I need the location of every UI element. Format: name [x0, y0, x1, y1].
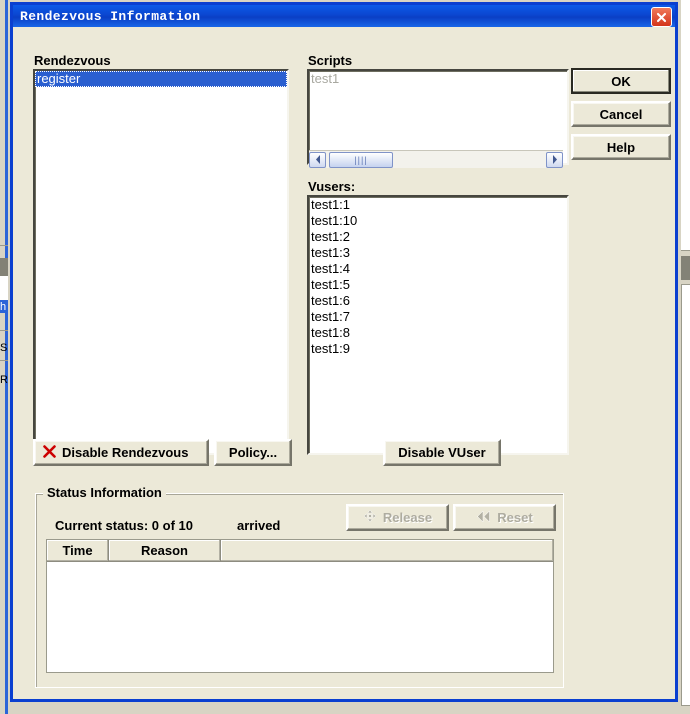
- status-information-legend: Status Information: [43, 485, 166, 500]
- bg-fragment-title: [0, 258, 8, 276]
- scroll-left-arrow-icon[interactable]: [309, 151, 326, 168]
- list-item[interactable]: test1:5: [309, 277, 567, 293]
- scripts-horizontal-scrollbar[interactable]: ||||: [309, 150, 563, 168]
- column-header-reason[interactable]: Reason: [109, 540, 221, 561]
- bg-divider-3: [0, 360, 8, 361]
- list-item[interactable]: test1:4: [309, 261, 567, 277]
- list-item[interactable]: test1:6: [309, 293, 567, 309]
- column-header-blank[interactable]: [221, 540, 553, 561]
- release-button[interactable]: Release: [346, 504, 449, 531]
- list-item[interactable]: test1: [309, 71, 567, 87]
- policy-button[interactable]: Policy...: [214, 439, 292, 466]
- ok-button[interactable]: OK: [571, 68, 671, 94]
- vusers-label: Vusers:: [308, 179, 356, 194]
- help-button[interactable]: Help: [571, 134, 671, 160]
- ok-button-label: OK: [611, 73, 631, 89]
- bg-right-divider: [681, 250, 690, 251]
- reset-button-label: Reset: [497, 510, 533, 525]
- scripts-label: Scripts: [308, 53, 353, 68]
- status-table[interactable]: Time Reason: [46, 539, 554, 673]
- title-bar[interactable]: Rendezvous Information: [13, 5, 675, 27]
- bg-right-list: [681, 284, 690, 706]
- bg-right-panel: [681, 0, 690, 250]
- dialog-client-area: Rendezvous register Scripts test1 |||| V…: [13, 27, 675, 699]
- disable-rendezvous-button[interactable]: Disable Rendezvous: [33, 439, 209, 466]
- bg-text-r: R: [0, 374, 8, 386]
- scrollbar-grip: ||||: [354, 154, 368, 165]
- list-item[interactable]: test1:9: [309, 341, 567, 357]
- bg-divider-2: [0, 330, 8, 331]
- list-item[interactable]: test1:3: [309, 245, 567, 261]
- policy-button-label: Policy...: [228, 445, 278, 460]
- disable-vuser-label: Disable VUser: [398, 445, 486, 460]
- bg-window-edge-left: [5, 0, 8, 714]
- reset-button[interactable]: Reset: [453, 504, 556, 531]
- list-item[interactable]: register: [35, 71, 287, 87]
- list-item[interactable]: test1:7: [309, 309, 567, 325]
- cancel-button[interactable]: Cancel: [571, 101, 671, 127]
- cancel-button-label: Cancel: [599, 106, 643, 122]
- column-header-time[interactable]: Time: [47, 540, 109, 561]
- red-x-icon: [43, 444, 56, 461]
- bg-right-scrollbar: [681, 256, 690, 280]
- table-body: [47, 562, 553, 672]
- list-item[interactable]: test1:1: [309, 197, 567, 213]
- release-button-label: Release: [382, 510, 433, 525]
- list-item[interactable]: test1:10: [309, 213, 567, 229]
- bg-divider-1: [0, 245, 8, 246]
- vusers-listbox[interactable]: test1:1 test1:10 test1:2 test1:3 test1:4 test…: [307, 195, 569, 455]
- disable-vuser-button[interactable]: Disable VUser: [383, 439, 501, 466]
- window-title: Rendezvous Information: [20, 8, 201, 24]
- list-item[interactable]: test1:2: [309, 229, 567, 245]
- bg-text-h: h: [0, 301, 7, 313]
- rendezvous-information-dialog: Rendezvous Information Rendezvous regist…: [10, 2, 678, 702]
- table-header-row: Time Reason: [47, 540, 553, 562]
- rewind-double-arrow-icon: [476, 509, 491, 526]
- list-item[interactable]: test1:8: [309, 325, 567, 341]
- scroll-right-arrow-icon[interactable]: [546, 151, 563, 168]
- disable-rendezvous-label: Disable Rendezvous: [62, 445, 189, 460]
- four-way-arrow-icon: [363, 509, 377, 526]
- rendezvous-label: Rendezvous: [34, 53, 111, 68]
- current-status-arrived-text: arrived: [237, 518, 281, 533]
- help-button-label: Help: [606, 139, 636, 155]
- close-x-icon[interactable]: [651, 7, 672, 27]
- current-status-text: Current status: 0 of 10: [55, 518, 193, 533]
- rendezvous-listbox[interactable]: register: [33, 69, 289, 455]
- bg-text-s: S: [0, 342, 8, 354]
- bg-fragment-panel: [0, 276, 8, 300]
- scrollbar-thumb[interactable]: ||||: [329, 151, 393, 168]
